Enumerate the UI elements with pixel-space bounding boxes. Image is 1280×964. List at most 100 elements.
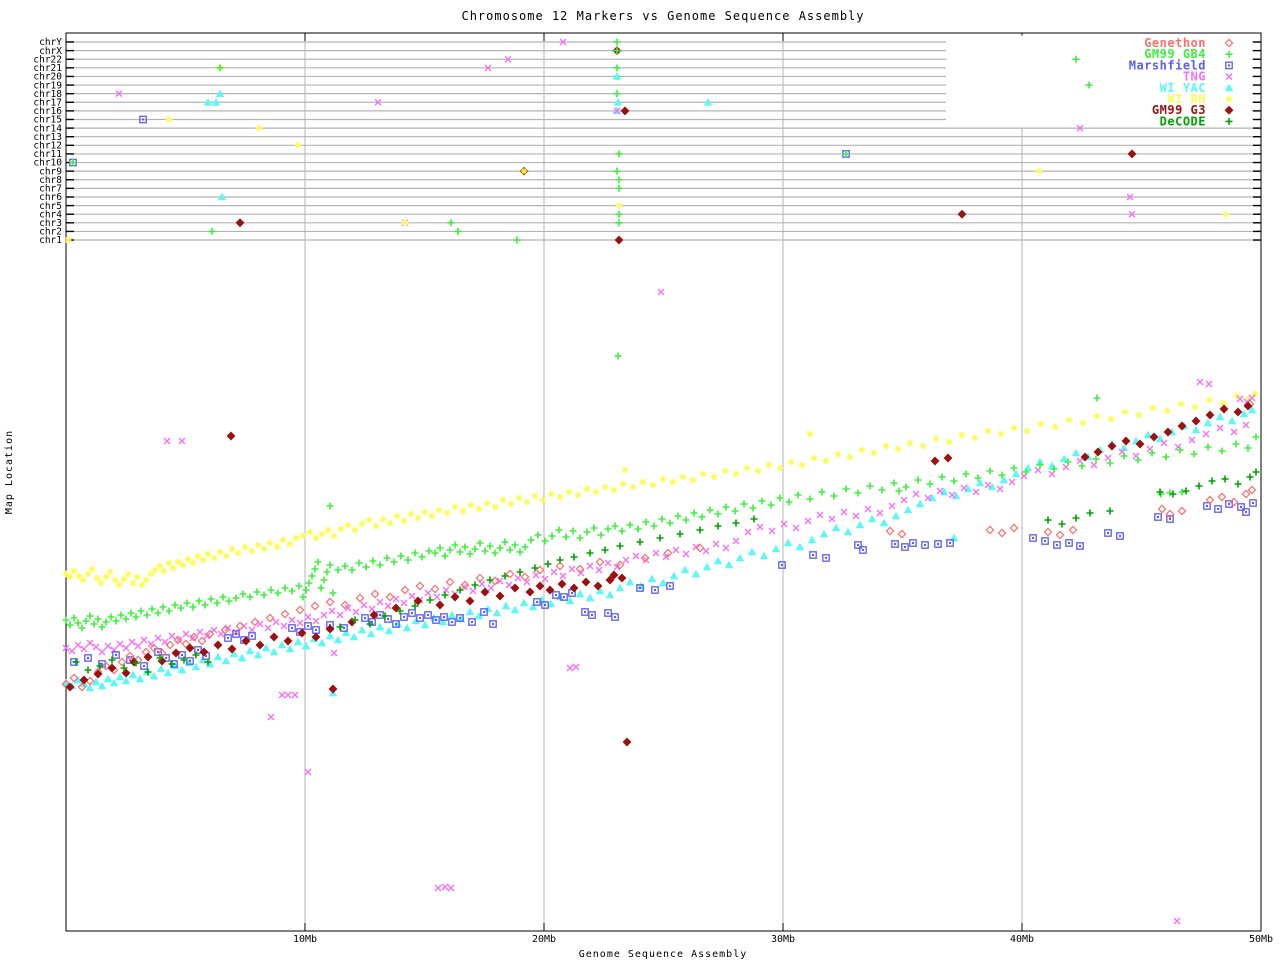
data-point <box>951 478 958 485</box>
data-point <box>651 523 658 530</box>
marker-dot <box>227 637 229 639</box>
data-point <box>247 594 254 601</box>
data-point <box>567 665 573 671</box>
x-tick-label: 40Mb <box>1010 934 1034 945</box>
data-point <box>71 568 78 575</box>
data-point <box>75 642 81 648</box>
data-point <box>83 618 90 625</box>
data-point <box>1206 411 1213 418</box>
data-point <box>616 185 623 192</box>
data-point <box>596 567 602 573</box>
data-point <box>649 576 656 582</box>
data-point <box>621 107 628 114</box>
data-point <box>658 289 664 295</box>
marker-dot <box>483 611 485 613</box>
data-point <box>549 533 556 540</box>
data-point <box>468 502 475 509</box>
data-point <box>331 650 337 656</box>
data-point <box>329 608 335 614</box>
data-point <box>503 603 510 609</box>
data-point <box>542 538 549 545</box>
data-point <box>889 503 895 509</box>
data-point <box>633 553 639 559</box>
data-point <box>121 576 128 583</box>
data-point <box>1220 400 1227 407</box>
data-point <box>630 484 637 491</box>
data-point <box>671 573 678 579</box>
data-point <box>242 544 249 551</box>
data-point <box>356 560 363 567</box>
marker-dot <box>1107 532 1109 534</box>
data-point <box>920 443 927 450</box>
data-point <box>427 597 434 604</box>
data-point <box>615 236 622 243</box>
data-point <box>843 150 850 157</box>
data-point <box>113 618 120 625</box>
data-point <box>931 457 938 464</box>
marker-dot <box>87 657 89 659</box>
data-point <box>1066 417 1073 424</box>
data-point <box>405 557 412 564</box>
data-point <box>261 592 268 599</box>
marker-dot <box>1252 502 1254 504</box>
data-point <box>1094 395 1101 402</box>
data-point <box>492 550 499 557</box>
data-point <box>249 548 256 555</box>
data-point <box>273 619 279 625</box>
data-point <box>659 516 666 523</box>
data-point <box>569 566 575 572</box>
data-point <box>650 482 657 489</box>
data-point <box>749 549 756 555</box>
data-point <box>105 643 111 649</box>
data-point <box>63 617 70 624</box>
data-point <box>859 447 866 454</box>
data-point <box>1235 481 1242 488</box>
data-point <box>398 553 405 560</box>
data-point <box>368 631 375 637</box>
data-point <box>972 435 979 442</box>
data-point <box>745 529 751 535</box>
data-point <box>1248 486 1255 493</box>
data-point <box>905 507 912 513</box>
marker-dot <box>812 554 814 556</box>
data-point <box>455 228 462 235</box>
data-point <box>448 885 454 891</box>
data-point <box>871 450 878 457</box>
data-point <box>867 483 874 490</box>
data-point <box>1233 441 1240 448</box>
data-point <box>130 580 137 587</box>
data-point <box>704 564 711 570</box>
data-point <box>1237 396 1243 402</box>
data-point <box>275 590 282 597</box>
data-point <box>571 554 578 561</box>
data-point <box>93 644 99 650</box>
data-point <box>811 455 818 462</box>
marker-dot <box>536 601 538 603</box>
marker-dot <box>291 627 293 629</box>
data-point <box>1197 379 1203 385</box>
data-point <box>443 587 449 593</box>
data-point <box>1158 505 1165 512</box>
data-point <box>152 567 159 574</box>
data-point <box>130 672 137 678</box>
data-point <box>584 529 591 536</box>
data-point <box>986 526 993 533</box>
data-point <box>155 610 162 617</box>
data-point <box>1087 510 1094 517</box>
data-point <box>99 624 106 631</box>
data-point <box>807 431 814 438</box>
data-point <box>434 594 440 600</box>
data-point <box>596 558 603 565</box>
marker-dot <box>654 589 656 591</box>
data-point <box>615 353 622 360</box>
data-point <box>777 495 784 502</box>
data-point <box>1164 408 1171 415</box>
data-point <box>160 604 167 611</box>
data-point <box>185 556 192 563</box>
data-point <box>660 476 667 483</box>
data-point <box>577 591 584 597</box>
data-point <box>164 438 170 444</box>
data-point <box>528 537 535 544</box>
marker-dot <box>387 618 389 620</box>
data-point <box>331 533 338 540</box>
